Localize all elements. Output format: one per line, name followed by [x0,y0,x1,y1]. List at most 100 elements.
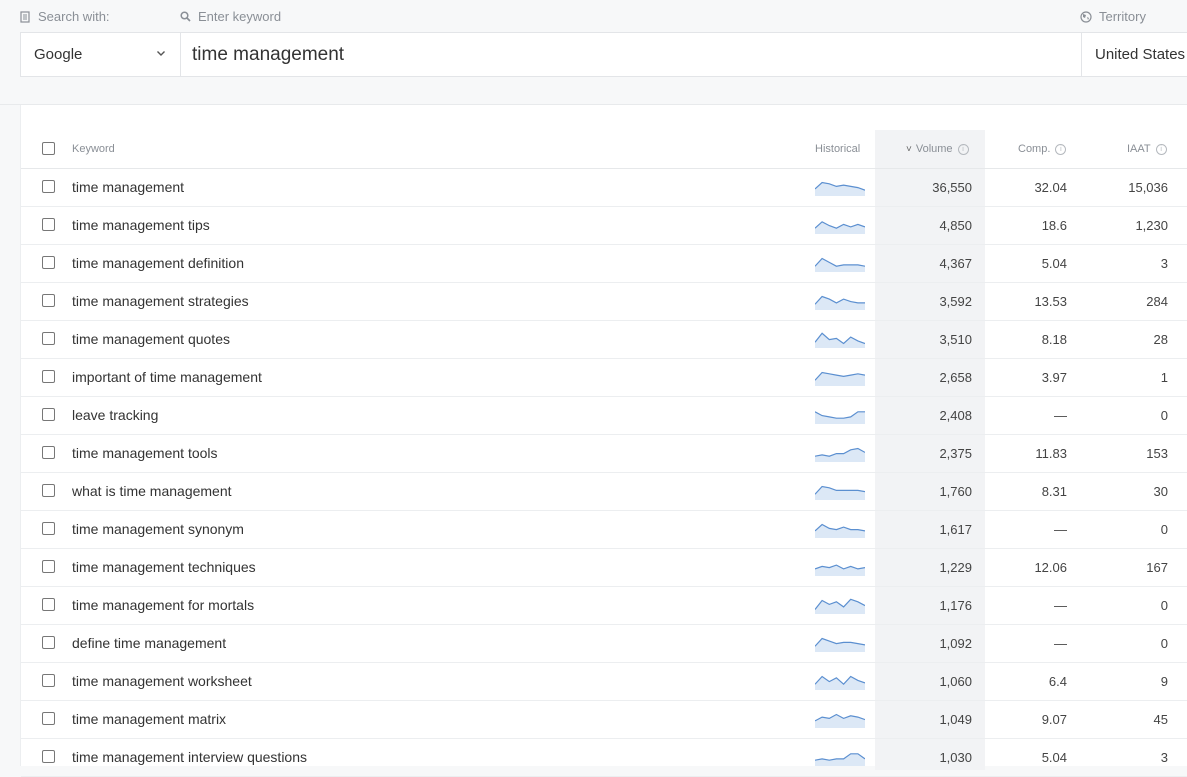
table-row[interactable]: time management synonym 1,617 — 0 [21,511,1187,549]
keyword-cell[interactable]: important of time management [72,359,262,396]
sparkline-area [815,182,865,196]
historical-sparkline [815,221,865,234]
row-checkbox[interactable] [42,484,55,497]
table-row[interactable]: define time management 1,092 — 0 [21,625,1187,663]
row-checkbox[interactable] [42,598,55,611]
table-row[interactable]: time management techniques 1,229 12.06 167 [21,549,1187,587]
iaat-cell: 1,230 [1135,218,1168,233]
table-row[interactable]: time management strategies 3,592 13.53 284 [21,283,1187,321]
table-row[interactable]: time management interview questions 1,030… [21,739,1187,777]
keyword-cell[interactable]: time management tools [72,435,218,472]
keyword-cell[interactable]: time management strategies [72,283,249,320]
row-checkbox[interactable] [42,218,55,231]
results-panel: Keyword Historical ˅ Volume i Comp. i IA… [20,105,1187,777]
row-checkbox[interactable] [42,370,55,383]
keyword-cell[interactable]: leave tracking [72,397,158,434]
header-volume-label: Volume [915,143,953,155]
historical-sparkline [815,637,865,652]
table-row[interactable]: what is time management 1,760 8.31 30 [21,473,1187,511]
header-historical[interactable]: Historical [815,130,860,168]
volume-cell: 3,592 [939,294,972,309]
row-checkbox[interactable] [42,294,55,307]
row-checkbox[interactable] [42,180,55,193]
header-iaat[interactable]: IAAT i [1127,130,1167,168]
row-checkbox[interactable] [42,446,55,459]
volume-cell: 1,092 [939,636,972,651]
iaat-cell: 45 [1153,712,1168,727]
keyword-cell[interactable]: time management definition [72,245,244,282]
header-volume[interactable]: ˅ Volume i [906,130,969,168]
row-checkbox[interactable] [42,522,55,535]
table-row[interactable]: time management quotes 3,510 8.18 28 [21,321,1187,359]
keyword-cell[interactable]: time management for mortals [72,587,254,624]
keyword-cell[interactable]: what is time management [72,473,232,510]
row-checkbox[interactable] [42,408,55,421]
search-engine-select[interactable]: Google [21,33,181,76]
keyword-cell[interactable]: time management worksheet [72,663,252,700]
iaat-cell: 3 [1160,256,1168,271]
table-row[interactable]: time management tools 2,375 11.83 153 [21,435,1187,473]
keyword-cell[interactable]: time management tips [72,207,210,244]
keyword-cell[interactable]: time management techniques [72,549,256,586]
row-checkbox[interactable] [42,712,55,725]
keyword-cell[interactable]: time management matrix [72,701,226,738]
header-keyword[interactable]: Keyword [72,130,115,168]
historical-sparkline [815,447,865,462]
keyword-cell[interactable]: time management quotes [72,321,230,358]
header-iaat-label: IAAT [1127,143,1151,155]
search-row: Google United States [20,32,1187,77]
volume-cell: 4,850 [939,218,972,233]
table-row[interactable]: time management definition 4,367 5.04 3 [21,245,1187,283]
keyword-cell[interactable]: define time management [72,625,226,662]
table-row[interactable]: important of time management 2,658 3.97 1 [21,359,1187,397]
volume-cell: 2,658 [939,370,972,385]
historical-sparkline [815,753,865,766]
row-checkbox[interactable] [42,636,55,649]
table-row[interactable]: time management for mortals 1,176 — 0 [21,587,1187,625]
volume-cell: 36,550 [932,180,972,195]
volume-cell: 1,030 [939,750,972,765]
iaat-cell: 9 [1160,674,1168,689]
iaat-cell: 0 [1160,408,1168,423]
comp-cell: 8.18 [1041,332,1067,347]
info-icon[interactable]: i [1155,143,1167,155]
volume-cell: 1,617 [939,522,972,537]
iaat-cell: 0 [1160,636,1168,651]
table-row[interactable]: time management tips 4,850 18.6 1,230 [21,207,1187,245]
table-row[interactable]: time management worksheet 1,060 6.4 9 [21,663,1187,701]
row-checkbox[interactable] [42,674,55,687]
comp-cell: 5.04 [1041,750,1067,765]
historical-sparkline [815,564,865,576]
table-row[interactable]: leave tracking 2,408 — 0 [21,397,1187,435]
table-row[interactable]: time management matrix 1,049 9.07 45 [21,701,1187,739]
row-checkbox[interactable] [42,332,55,345]
row-checkbox[interactable] [42,256,55,269]
keyword-cell[interactable]: time management synonym [72,511,244,548]
comp-cell: — [1054,522,1067,537]
iaat-cell: 0 [1160,598,1168,613]
table-row[interactable]: time management 36,550 32.04 15,036 [21,169,1187,207]
territory-select[interactable]: United States [1081,33,1187,76]
historical-sparkline [815,523,865,538]
info-icon[interactable]: i [957,143,969,155]
comp-cell: 13.53 [1034,294,1067,309]
row-checkbox[interactable] [42,750,55,763]
keyword-label: Enter keyword [198,9,282,24]
row-checkbox[interactable] [42,560,55,573]
comp-cell: 5.04 [1041,256,1067,271]
comp-cell: 3.97 [1041,370,1067,385]
search-bar-area: Search with: Enter keyword Territory Goo… [0,0,1187,105]
keyword-cell[interactable]: time management interview questions [72,739,307,776]
territory-value: United States [1095,46,1186,63]
keyword-input[interactable] [181,33,1081,76]
info-icon[interactable]: i [1055,143,1067,155]
comp-cell: — [1054,408,1067,423]
header-comp[interactable]: Comp. i [1018,130,1067,168]
iaat-cell: 15,036 [1128,180,1168,195]
select-all-checkbox[interactable] [42,142,55,155]
document-icon [20,10,30,23]
sparkline-area [815,221,865,234]
keyword-cell[interactable]: time management [72,169,184,206]
chevron-down-icon [157,51,165,56]
sparkline-area [815,372,865,386]
